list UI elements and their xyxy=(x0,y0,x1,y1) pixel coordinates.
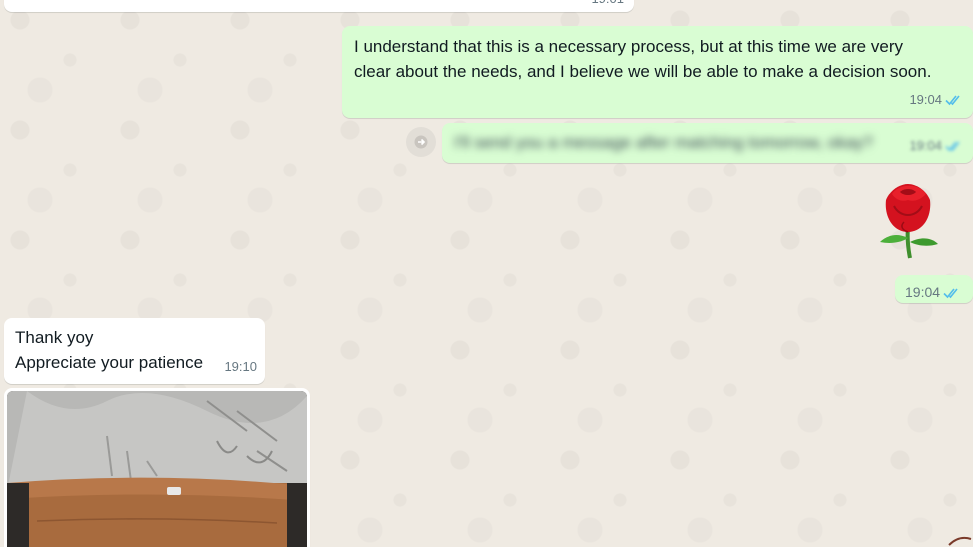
forward-icon[interactable] xyxy=(406,127,436,157)
message-text: I understand that this is a necessary pr… xyxy=(354,37,932,81)
message-meta-bubble[interactable]: 19:04 xyxy=(895,275,973,303)
message-meta: 19:04 xyxy=(909,87,963,112)
message-bubble-incoming[interactable]: Thank yoy Appreciate your patience 19:10 xyxy=(4,318,265,384)
message-bubble-outgoing[interactable]: I understand that this is a necessary pr… xyxy=(342,26,973,118)
message-text-line: Appreciate your patience xyxy=(15,353,204,372)
message-meta: 19:04 xyxy=(905,280,961,305)
message-time: 19:04 xyxy=(909,92,942,107)
read-ticks-icon xyxy=(943,287,961,299)
message-time: 19:01 xyxy=(591,0,624,11)
partial-element-corner xyxy=(947,531,973,547)
message-bubble-photo[interactable] xyxy=(4,388,310,547)
message-text-line: Thank yoy xyxy=(15,328,94,347)
rose-emoji[interactable] xyxy=(870,178,946,260)
message-time: 19:10 xyxy=(224,359,257,374)
message-time: 19:04 xyxy=(909,138,942,153)
message-meta: 19:04 xyxy=(909,133,963,158)
message-bubble-outgoing-blurred[interactable]: I'll send you a message after matching t… xyxy=(442,123,973,163)
read-ticks-icon xyxy=(945,94,963,106)
read-ticks-icon xyxy=(945,140,963,152)
message-bubble-partial[interactable]: 19:01 xyxy=(4,0,634,12)
photo-thumbnail[interactable] xyxy=(7,391,307,547)
message-text: I'll send you a message after matching t… xyxy=(454,133,874,152)
message-time: 19:04 xyxy=(905,284,941,300)
